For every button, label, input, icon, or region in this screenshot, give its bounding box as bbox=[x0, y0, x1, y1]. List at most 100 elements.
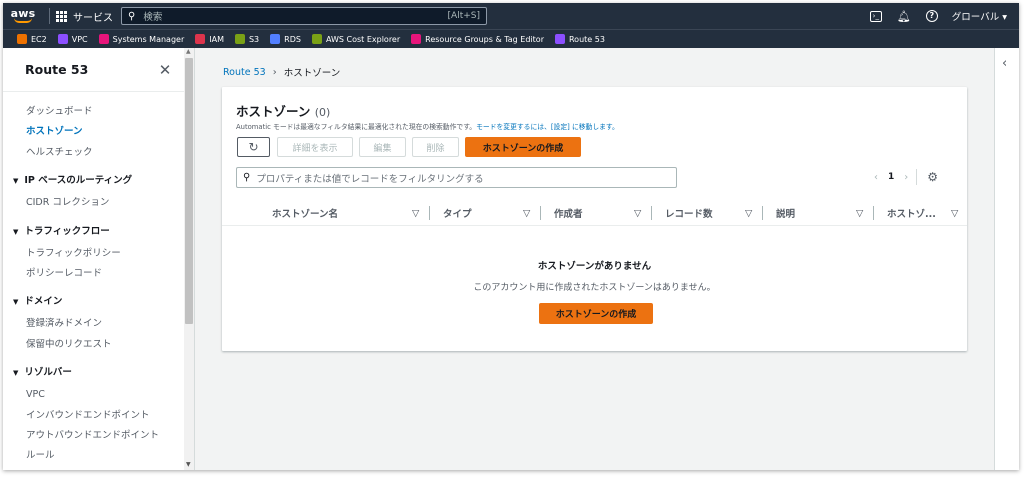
favorites-bar: EC2 VPC Systems Manager IAM S3 RDS AWS Cost Ex… bbox=[3, 29, 1019, 48]
scroll-up-icon[interactable]: ▲ bbox=[186, 48, 191, 55]
service-icon bbox=[554, 34, 565, 44]
sidebar-section-resolver[interactable]: ▼ リゾルバー bbox=[3, 363, 194, 385]
breadcrumb-current: ホストゾーン bbox=[283, 68, 341, 79]
sidebar-section-ip-routing[interactable]: ▼ IP ベースのルーティング bbox=[3, 171, 194, 193]
sort-icon[interactable]: ▽ bbox=[951, 200, 958, 226]
caret-down-icon: ▼ bbox=[13, 369, 19, 378]
favorite-label: S3 bbox=[248, 34, 260, 44]
column-label: 説明 bbox=[776, 209, 796, 220]
chevron-right-icon[interactable]: › bbox=[904, 172, 908, 183]
column-header-name[interactable]: ホストゾーン名 bbox=[272, 200, 338, 226]
column-divider[interactable] bbox=[429, 206, 430, 220]
sidebar-header: Route 53 ✕ bbox=[3, 48, 194, 92]
region-selector[interactable]: グローバル ▾ bbox=[952, 9, 1007, 23]
aws-logo[interactable]: aws bbox=[3, 3, 43, 29]
gear-icon[interactable]: ⚙ bbox=[927, 170, 938, 184]
cloudshell-button[interactable]: ›_ bbox=[862, 10, 890, 22]
sidebar-section-label: IP ベースのルーティング bbox=[24, 175, 133, 187]
favorite-label: Route 53 bbox=[568, 34, 605, 44]
favorite-item[interactable]: Systems Manager bbox=[98, 34, 184, 44]
settings-link[interactable]: モードを変更するには、[設定] bbox=[476, 123, 570, 131]
help-button[interactable]: ? bbox=[918, 10, 946, 22]
page-number[interactable]: 1 bbox=[888, 172, 894, 182]
favorite-label: Resource Groups & Tag Editor bbox=[425, 34, 544, 44]
chevron-right-icon: › bbox=[272, 66, 277, 78]
chevron-left-icon[interactable]: ‹ bbox=[874, 172, 878, 183]
services-label: サービス bbox=[73, 12, 113, 24]
sidebar-item-cidr-collections[interactable]: CIDR コレクション bbox=[3, 193, 194, 213]
edit-button[interactable]: 編集 bbox=[359, 137, 406, 157]
sidebar-title[interactable]: Route 53 bbox=[25, 62, 150, 77]
delete-button[interactable]: 削除 bbox=[412, 137, 459, 157]
refresh-button[interactable]: ↻ bbox=[237, 137, 270, 157]
view-details-button[interactable]: 詳細を表示 bbox=[277, 137, 353, 157]
favorite-item[interactable]: IAM bbox=[195, 34, 224, 44]
empty-create-hosted-zone-button[interactable]: ホストゾーンの作成 bbox=[539, 303, 653, 324]
sidebar-item-inbound-endpoints[interactable]: インバウンドエンドポイント bbox=[3, 406, 194, 426]
sidebar-item-policy-records[interactable]: ポリシーレコード bbox=[3, 264, 194, 284]
create-hosted-zone-button[interactable]: ホストゾーンの作成 bbox=[465, 137, 581, 157]
scroll-down-icon[interactable]: ▼ bbox=[186, 461, 191, 468]
breadcrumb: Route 53 › ホストゾーン bbox=[223, 65, 341, 80]
sidebar-item-rules[interactable]: ルール bbox=[3, 446, 194, 466]
sort-icon[interactable]: ▽ bbox=[856, 200, 863, 226]
column-label: ホストゾーン名 bbox=[272, 209, 339, 220]
breadcrumb-route53-link[interactable]: Route 53 bbox=[223, 67, 266, 78]
favorite-item[interactable]: RDS bbox=[270, 34, 301, 44]
sidebar-scrollbar[interactable]: ▲ ▼ bbox=[184, 48, 194, 470]
pagination: ‹ 1 › ⚙ bbox=[874, 169, 938, 185]
column-label: ホストゾ... bbox=[887, 209, 936, 220]
favorite-item[interactable]: AWS Cost Explorer bbox=[311, 34, 401, 44]
desc-text: Automatic モードは最適なフィルタ結果に最適化された現在の検索動作です。 bbox=[236, 123, 477, 131]
sort-icon[interactable]: ▽ bbox=[412, 200, 419, 226]
sidebar-item-outbound-endpoints[interactable]: アウトバウンドエンドポイント bbox=[3, 426, 194, 446]
zone-count: (0) bbox=[314, 106, 331, 119]
caret-down-icon: ▼ bbox=[13, 227, 19, 236]
column-divider[interactable] bbox=[762, 206, 763, 220]
favorite-item[interactable]: EC2 bbox=[17, 34, 47, 44]
favorite-label: AWS Cost Explorer bbox=[325, 34, 401, 44]
sidebar-section-traffic-flow[interactable]: ▼ トラフィックフロー bbox=[3, 222, 194, 244]
global-search-input[interactable]: ⚲ 検索 [Alt+S] bbox=[121, 7, 487, 25]
sidebar-item-registered-domains[interactable]: 登録済みドメイン bbox=[3, 314, 194, 334]
empty-state-description: このアカウント用に作成されたホストゾーンはありません。 bbox=[473, 283, 716, 293]
cloudshell-icon: ›_ bbox=[869, 10, 882, 22]
caret-down-icon: ▼ bbox=[13, 298, 19, 307]
chevron-left-icon[interactable]: ‹ bbox=[1002, 56, 1007, 71]
sidebar-item-hosted-zones[interactable]: ホストゾーン bbox=[3, 122, 194, 142]
close-icon[interactable]: ✕ bbox=[150, 61, 180, 79]
column-header-created-by[interactable]: 作成者 bbox=[554, 200, 583, 226]
services-menu-button[interactable]: サービス bbox=[56, 9, 113, 24]
favorite-item[interactable]: Route 53 bbox=[554, 34, 605, 44]
notifications-button[interactable]: 🔔︎ bbox=[890, 10, 918, 23]
filter-input[interactable]: ⚲ プロパティまたは値でレコードをフィルタリングする bbox=[236, 167, 677, 188]
sidebar-list: ダッシュボード ホストゾーン ヘルスチェック ▼ IP ベースのルーティング CI… bbox=[3, 92, 194, 467]
sidebar-section-label: トラフィックフロー bbox=[24, 225, 110, 237]
column-header-record-count[interactable]: レコード数 bbox=[665, 200, 713, 226]
search-placeholder: 検索 bbox=[143, 12, 163, 23]
sort-icon[interactable]: ▽ bbox=[634, 200, 641, 226]
sidebar-item-pending-requests[interactable]: 保留中のリクエスト bbox=[3, 335, 194, 355]
column-header-type[interactable]: タイプ bbox=[443, 200, 472, 226]
table-header: ホストゾーン名 ▽ タイプ ▽ 作成者 ▽ レコード数 ▽ 説明 ▽ ホストゾ.… bbox=[222, 200, 967, 226]
sort-icon[interactable]: ▽ bbox=[745, 200, 752, 226]
service-icon bbox=[311, 34, 322, 44]
sidebar-item-health-checks[interactable]: ヘルスチェック bbox=[3, 143, 194, 163]
sidebar-item-dashboard[interactable]: ダッシュボード bbox=[3, 102, 194, 122]
column-divider[interactable] bbox=[651, 206, 652, 220]
favorite-item[interactable]: Resource Groups & Tag Editor bbox=[411, 34, 544, 44]
column-divider[interactable] bbox=[873, 206, 874, 220]
scrollbar-thumb[interactable] bbox=[185, 58, 193, 324]
sidebar-item-traffic-policies[interactable]: トラフィックポリシー bbox=[3, 244, 194, 264]
sort-icon[interactable]: ▽ bbox=[523, 200, 530, 226]
divider bbox=[49, 8, 50, 24]
column-divider[interactable] bbox=[540, 206, 541, 220]
column-header-hosted-zone-id[interactable]: ホストゾ... bbox=[887, 200, 936, 226]
favorite-item[interactable]: VPC bbox=[57, 34, 88, 44]
favorite-item[interactable]: S3 bbox=[234, 34, 260, 44]
tools-panel: ‹ bbox=[994, 48, 1019, 470]
sidebar-section-domains[interactable]: ▼ ドメイン bbox=[3, 292, 194, 314]
empty-state-title: ホストゾーンがありません bbox=[537, 261, 652, 272]
sidebar-item-vpc[interactable]: VPC bbox=[3, 385, 194, 405]
column-header-description[interactable]: 説明 bbox=[776, 200, 795, 226]
